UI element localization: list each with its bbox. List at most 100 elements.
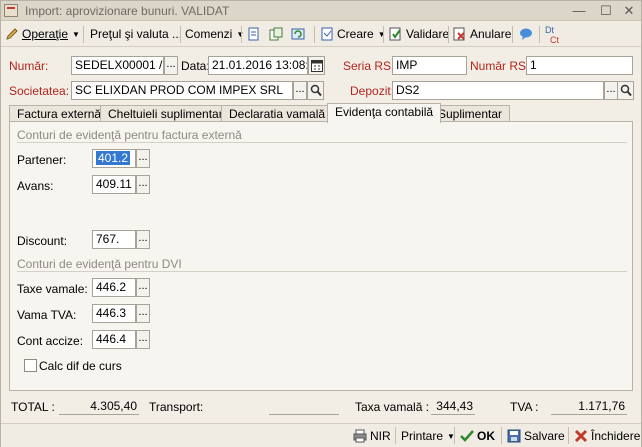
taxe-vamale-browse-button[interactable]: ... [136,278,150,297]
depozit-search-button[interactable] [617,81,634,100]
partener-field[interactable]: 401.2 [92,149,136,168]
copy-button[interactable] [269,25,286,44]
tab-cheltuieli-suplimentare[interactable]: Cheltuieli suplimentare [100,105,238,122]
comenzi-menu[interactable]: Comenzi▼ [185,25,244,44]
partener-browse-button[interactable]: ... [136,149,150,168]
debit-credit-icon: Dt Ct [545,25,559,45]
discount-browse-button[interactable]: ... [136,230,150,249]
maximize-icon[interactable]: ☐ [595,3,617,19]
taxe-vamale-field[interactable]: 446.2 [92,278,136,297]
seria-rs-label: Seria RS: [343,59,395,73]
document-icon [321,27,333,41]
tab-evidenta-contabila[interactable]: Evidenţa contabilă [327,103,442,123]
speech-bubble-icon [520,28,532,40]
numar-rs-field[interactable]: 1 [526,56,633,75]
close-icon[interactable]: ✕ [618,3,640,19]
cont-accize-field[interactable]: 446.4 [92,330,136,349]
calc-dif-curs-checkbox[interactable] [24,359,37,372]
pencil-icon [6,28,18,40]
ok-button[interactable]: OK [460,428,495,445]
calendar-icon [311,60,323,72]
app-icon [4,4,18,17]
numar-field[interactable]: SEDELX00001 / 4 [71,56,164,75]
section-divider [17,271,627,272]
validare-button[interactable]: Validare [389,25,449,44]
minimize-icon[interactable]: — [568,3,590,19]
societatea-label: Societatea: [9,84,70,98]
total-label: TOTAL : [11,400,55,414]
chevron-down-icon: ▼ [72,30,80,39]
depozit-label: Depozit: [350,84,395,98]
tab-declaratia-vamala[interactable]: Declaratia vamală [221,105,334,122]
search-icon [620,84,632,97]
title-bar: Import: aprovizionare bunuri. VALIDAT — … [1,1,641,21]
numar-label: Număr: [9,59,49,73]
transport-label: Transport: [149,400,204,414]
tva-value: 1.171,76 [551,398,627,415]
numar-rs-label: Număr RS: [470,59,530,73]
save-icon [507,429,521,443]
taxa-vamala-value: 344,43 [431,398,475,415]
search-icon [310,84,322,97]
partener-label: Partener: [17,153,67,167]
vama-tva-browse-button[interactable]: ... [136,304,150,323]
section-divider [17,142,627,143]
copy-icon [269,27,283,41]
section-dvi-title: Conturi de evidenţă pentru DVI [17,257,182,271]
anulare-button[interactable]: Anulare [453,25,511,44]
tab-suplimentar[interactable]: Suplimentar [430,105,511,122]
refresh-icon [291,28,305,40]
export-icon [248,27,259,41]
bottom-bar: NIR Printare ▼ OK Salvare Închidere [1,423,641,447]
validate-icon [389,27,401,41]
tva-label: TVA : [510,400,539,414]
chevron-down-icon: ▼ [377,30,386,39]
anulare-label: Anulare [470,27,512,41]
pretul-label: Preţul şi valuta ... [90,27,183,41]
checkmark-icon [460,430,474,442]
total-value: 4.305,40 [59,398,139,415]
cont-accize-label: Cont accize: [17,334,84,348]
creare-menu[interactable]: Creare ▼ [320,25,386,44]
refresh-button[interactable] [291,25,308,44]
societatea-search-button[interactable] [307,81,324,100]
societatea-browse-button[interactable]: ... [293,81,307,100]
vama-tva-label: Vama TVA: [17,308,77,322]
transport-value [269,398,339,415]
data-field[interactable]: 21.01.2016 13:08:38 [208,56,308,75]
avans-label: Avans: [17,179,54,193]
vama-tva-field[interactable]: 446.3 [92,304,136,323]
comenzi-label: Comenzi [185,27,233,41]
comment-button[interactable] [519,25,536,44]
numar-browse-button[interactable]: ... [164,56,178,75]
inchidere-button[interactable]: Închidere [574,428,640,445]
depozit-browse-button[interactable]: ... [604,81,618,100]
avans-field[interactable]: 409.11 [92,175,136,194]
nir-label: NIR [370,429,391,443]
tab-factura-externa[interactable]: Factura externă [9,105,110,122]
operatie-menu[interactable]: Operaţie ▼ [5,25,80,44]
depozit-field[interactable]: DS2 [392,81,604,100]
discount-label: Discount: [17,234,68,248]
data-label: Data: [181,59,210,73]
export-button[interactable] [247,25,264,44]
calendar-button[interactable] [308,56,325,75]
seria-rs-field[interactable]: IMP [392,56,467,75]
printare-menu[interactable]: Printare ▼ [401,428,455,445]
printer-icon [353,429,367,443]
window-title: Import: aprovizionare bunuri. VALIDAT [25,4,230,18]
taxe-vamale-label: Taxe vamale: [17,282,88,296]
pretul-valuta-button[interactable]: Preţul şi valuta ... [90,25,182,44]
section-factura-externa-title: Conturi de evidenţă pentru factura exter… [17,128,242,142]
cont-accize-browse-button[interactable]: ... [136,330,150,349]
salvare-label: Salvare [524,429,565,443]
inchidere-label: Închidere [591,429,641,443]
validare-label: Validare [406,27,450,41]
dt-ct-button[interactable]: Dt Ct [545,25,559,45]
nir-button[interactable]: NIR [353,428,391,445]
discount-field[interactable]: 767. [92,230,136,249]
salvare-button[interactable]: Salvare [507,428,565,445]
avans-browse-button[interactable]: ... [136,175,150,194]
creare-label: Creare [337,27,374,41]
societatea-field[interactable]: SC ELIXDAN PROD COM IMPEX SRL [71,81,293,100]
